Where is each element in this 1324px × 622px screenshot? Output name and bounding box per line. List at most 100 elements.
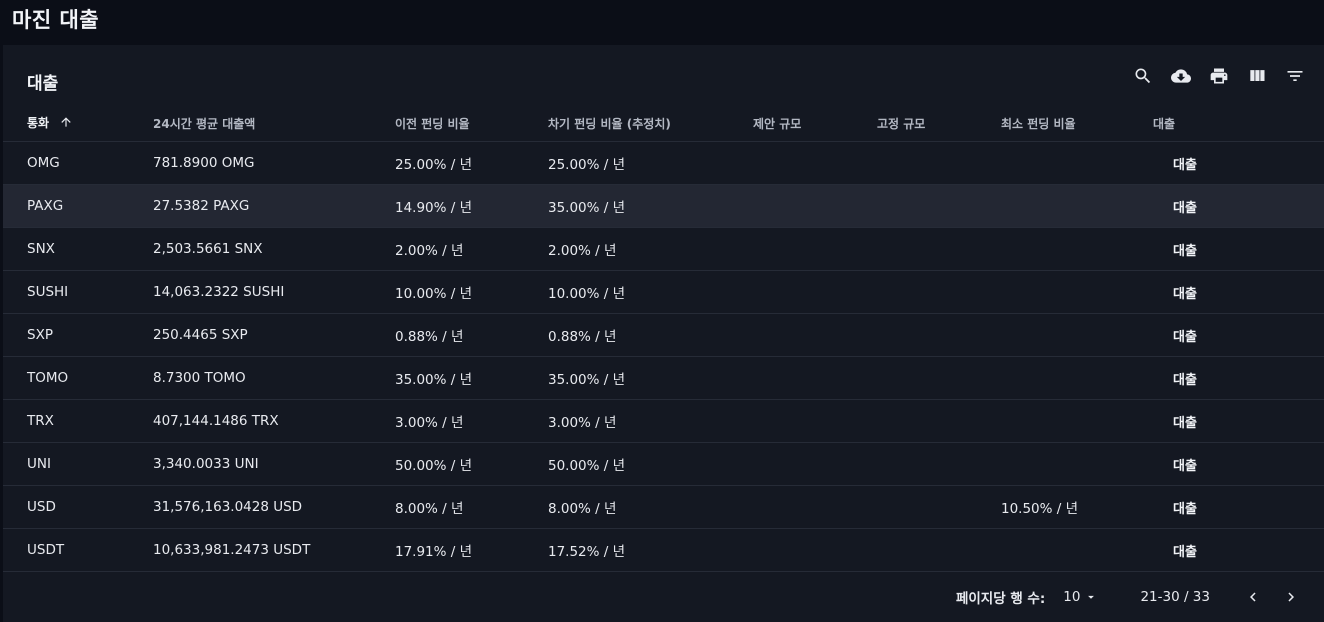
cell-fixed-size: [877, 356, 1001, 400]
cell-prev-rate: 50.00% / 년: [395, 442, 548, 486]
previous-page-button[interactable]: [1234, 582, 1272, 612]
loan-button[interactable]: 대출: [1173, 498, 1197, 517]
filter-button[interactable]: [1276, 65, 1314, 87]
cell-loan-action: 대출: [1153, 356, 1324, 400]
download-button[interactable]: [1162, 65, 1200, 87]
cell-offer-size: [753, 313, 877, 357]
column-header-currency[interactable]: 통화: [3, 105, 153, 142]
sort-arrow-up-icon: [59, 115, 73, 132]
cell-fixed-size: [877, 485, 1001, 529]
print-button[interactable]: [1200, 65, 1238, 87]
cell-fixed-size: [877, 141, 1001, 185]
cell-loan-action: 대출: [1153, 313, 1324, 357]
loan-button[interactable]: 대출: [1173, 369, 1197, 388]
cell-fixed-size: [877, 313, 1001, 357]
next-page-button[interactable]: [1272, 582, 1310, 612]
cell-loan-action: 대출: [1153, 528, 1324, 572]
cell-min-rate: [1001, 184, 1153, 228]
download-icon: [1171, 69, 1191, 83]
column-header-loan[interactable]: 대출: [1153, 105, 1324, 142]
cell-avg-loan: 407,144.1486 TRX: [153, 399, 395, 443]
cell-offer-size: [753, 356, 877, 400]
print-icon: [1210, 68, 1228, 84]
chevron-left-icon: [1250, 592, 1256, 602]
cell-min-rate: [1001, 356, 1153, 400]
column-header-fixed-size[interactable]: 고정 규모: [877, 105, 1001, 142]
table-row[interactable]: TRX 407,144.1486 TRX 3.00% / 년 3.00% / 년 대출: [3, 399, 1324, 443]
page-range: 21-30 / 33: [1140, 589, 1210, 605]
lending-table: 통화 24시간 평균 대출액 이전 펀딩 비율 차기 펀딩 비율 (추정치) 제…: [3, 105, 1324, 572]
cell-min-rate: 10.50% / 년: [1001, 485, 1153, 529]
cell-avg-loan: 8.7300 TOMO: [153, 356, 395, 400]
view-columns-button[interactable]: [1238, 65, 1276, 87]
cell-loan-action: 대출: [1153, 485, 1324, 529]
cell-min-rate: [1001, 399, 1153, 443]
table-body: OMG 781.8900 OMG 25.00% / 년 25.00% / 년 대출 PAX…: [3, 141, 1324, 572]
cell-currency: USD: [3, 485, 153, 529]
cell-next-rate: 3.00% / 년: [548, 399, 753, 443]
table-row[interactable]: OMG 781.8900 OMG 25.00% / 년 25.00% / 년 대출: [3, 141, 1324, 185]
cell-currency: PAXG: [3, 184, 153, 228]
table-row[interactable]: TOMO 8.7300 TOMO 35.00% / 년 35.00% / 년 대출: [3, 356, 1324, 400]
column-header-avg-loan[interactable]: 24시간 평균 대출액: [153, 105, 395, 142]
cell-next-rate: 8.00% / 년: [548, 485, 753, 529]
loan-button[interactable]: 대출: [1173, 154, 1197, 173]
table-row[interactable]: PAXG 27.5382 PAXG 14.90% / 년 35.00% / 년 대출: [3, 184, 1324, 228]
column-header-offer-size[interactable]: 제안 규모: [753, 105, 877, 142]
cell-loan-action: 대출: [1153, 141, 1324, 185]
cell-currency: SXP: [3, 313, 153, 357]
cell-prev-rate: 25.00% / 년: [395, 141, 548, 185]
search-button[interactable]: [1124, 65, 1162, 87]
cell-currency: TRX: [3, 399, 153, 443]
cell-prev-rate: 8.00% / 년: [395, 485, 548, 529]
rows-per-page-value: 10: [1063, 589, 1081, 605]
loan-button[interactable]: 대출: [1173, 412, 1197, 431]
cell-avg-loan: 3,340.0033 UNI: [153, 442, 395, 486]
cell-min-rate: [1001, 141, 1153, 185]
table-row[interactable]: USDT 10,633,981.2473 USDT 17.91% / 년 17.52%…: [3, 528, 1324, 572]
cell-min-rate: [1001, 227, 1153, 271]
cell-loan-action: 대출: [1153, 227, 1324, 271]
cell-offer-size: [753, 227, 877, 271]
loan-button[interactable]: 대출: [1173, 455, 1197, 474]
loan-button[interactable]: 대출: [1173, 197, 1197, 216]
cell-loan-action: 대출: [1153, 184, 1324, 228]
loan-button[interactable]: 대출: [1173, 541, 1197, 560]
cell-offer-size: [753, 442, 877, 486]
cell-prev-rate: 0.88% / 년: [395, 313, 548, 357]
cell-avg-loan: 27.5382 PAXG: [153, 184, 395, 228]
loan-button[interactable]: 대출: [1173, 326, 1197, 345]
cell-avg-loan: 10,633,981.2473 USDT: [153, 528, 395, 572]
cell-offer-size: [753, 485, 877, 529]
cell-offer-size: [753, 399, 877, 443]
cell-prev-rate: 2.00% / 년: [395, 227, 548, 271]
cell-next-rate: 35.00% / 년: [548, 356, 753, 400]
cell-avg-loan: 2,503.5661 SNX: [153, 227, 395, 271]
cell-fixed-size: [877, 270, 1001, 314]
rows-per-page-select[interactable]: 10: [1063, 589, 1098, 605]
column-header-prev-rate[interactable]: 이전 펀딩 비율: [395, 105, 548, 142]
table-toolbar: [1124, 65, 1314, 87]
cell-currency: USDT: [3, 528, 153, 572]
cell-next-rate: 17.52% / 년: [548, 528, 753, 572]
cell-loan-action: 대출: [1153, 399, 1324, 443]
table-row[interactable]: SUSHI 14,063.2322 SUSHI 10.00% / 년 10.00% /…: [3, 270, 1324, 314]
column-header-next-rate[interactable]: 차기 펀딩 비율 (추정치): [548, 105, 753, 142]
table-row[interactable]: SNX 2,503.5661 SNX 2.00% / 년 2.00% / 년 대출: [3, 227, 1324, 271]
search-icon: [1135, 68, 1151, 84]
filter-icon: [1287, 71, 1303, 81]
cell-prev-rate: 3.00% / 년: [395, 399, 548, 443]
column-header-min-rate[interactable]: 최소 펀딩 비율: [1001, 105, 1153, 142]
cell-min-rate: [1001, 442, 1153, 486]
loan-button[interactable]: 대출: [1173, 240, 1197, 259]
loan-button[interactable]: 대출: [1173, 283, 1197, 302]
cell-fixed-size: [877, 442, 1001, 486]
cell-avg-loan: 14,063.2322 SUSHI: [153, 270, 395, 314]
cell-offer-size: [753, 184, 877, 228]
cell-currency: UNI: [3, 442, 153, 486]
table-pagination: 페이지당 행 수: 10 21-30 / 33: [3, 572, 1324, 622]
table-row[interactable]: SXP 250.4465 SXP 0.88% / 년 0.88% / 년 대출: [3, 313, 1324, 357]
table-row[interactable]: USD 31,576,163.0428 USD 8.00% / 년 8.00% / 년…: [3, 485, 1324, 529]
table-row[interactable]: UNI 3,340.0033 UNI 50.00% / 년 50.00% / 년 대출: [3, 442, 1324, 486]
cell-fixed-size: [877, 399, 1001, 443]
